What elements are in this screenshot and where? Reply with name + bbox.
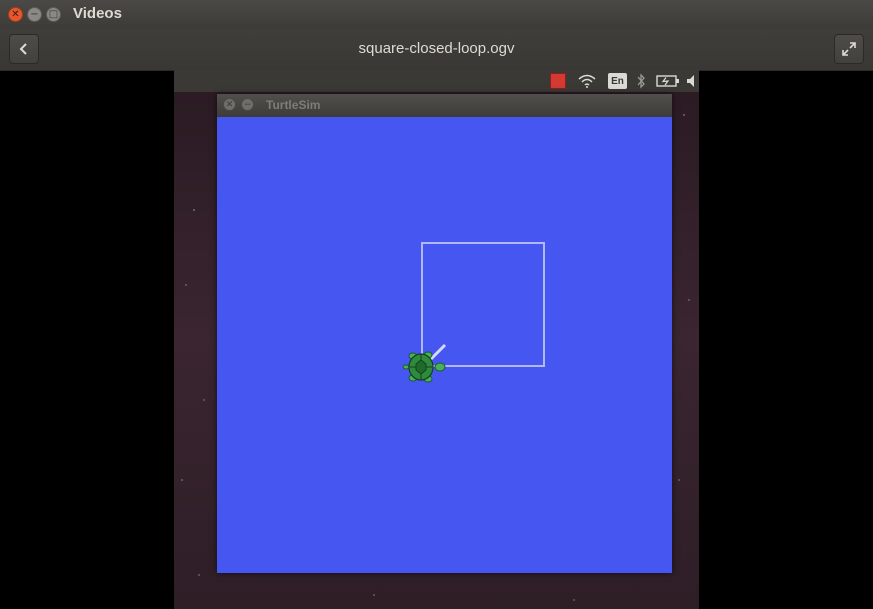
turtlesim-titlebar: ✕ − TurtleSim [217, 94, 672, 117]
fullscreen-button[interactable] [834, 34, 864, 64]
bluetooth-icon [636, 73, 646, 89]
video-file-name: square-closed-loop.ogv [358, 40, 515, 57]
header-bar: square-closed-loop.ogv [0, 29, 873, 71]
turtlesim-title: TurtleSim [266, 98, 321, 112]
app-title: Videos [73, 5, 122, 22]
minimize-icon[interactable]: − [27, 7, 42, 22]
turtle-icon [402, 351, 446, 383]
turtle-drawing [402, 242, 545, 383]
wifi-icon [578, 73, 596, 89]
keyboard-language-icon: En [608, 73, 627, 89]
battery-icon [656, 73, 680, 89]
record-indicator-icon [550, 73, 566, 89]
maximize-icon[interactable]: □ [46, 7, 61, 22]
turtlesim-canvas [217, 117, 672, 573]
turtlesim-window: ✕ − TurtleSim [217, 94, 672, 573]
recorded-top-panel: En [174, 70, 699, 92]
minimize-icon[interactable]: − [241, 98, 254, 111]
close-icon[interactable]: ✕ [223, 98, 236, 111]
fullscreen-icon [842, 42, 856, 56]
pen-trail [421, 242, 545, 367]
video-frame[interactable]: En ✕ − TurtleSim [174, 70, 699, 609]
close-icon[interactable]: ✕ [8, 7, 23, 22]
volume-icon [686, 73, 698, 89]
window-titlebar: ✕ − □ Videos [0, 0, 873, 29]
